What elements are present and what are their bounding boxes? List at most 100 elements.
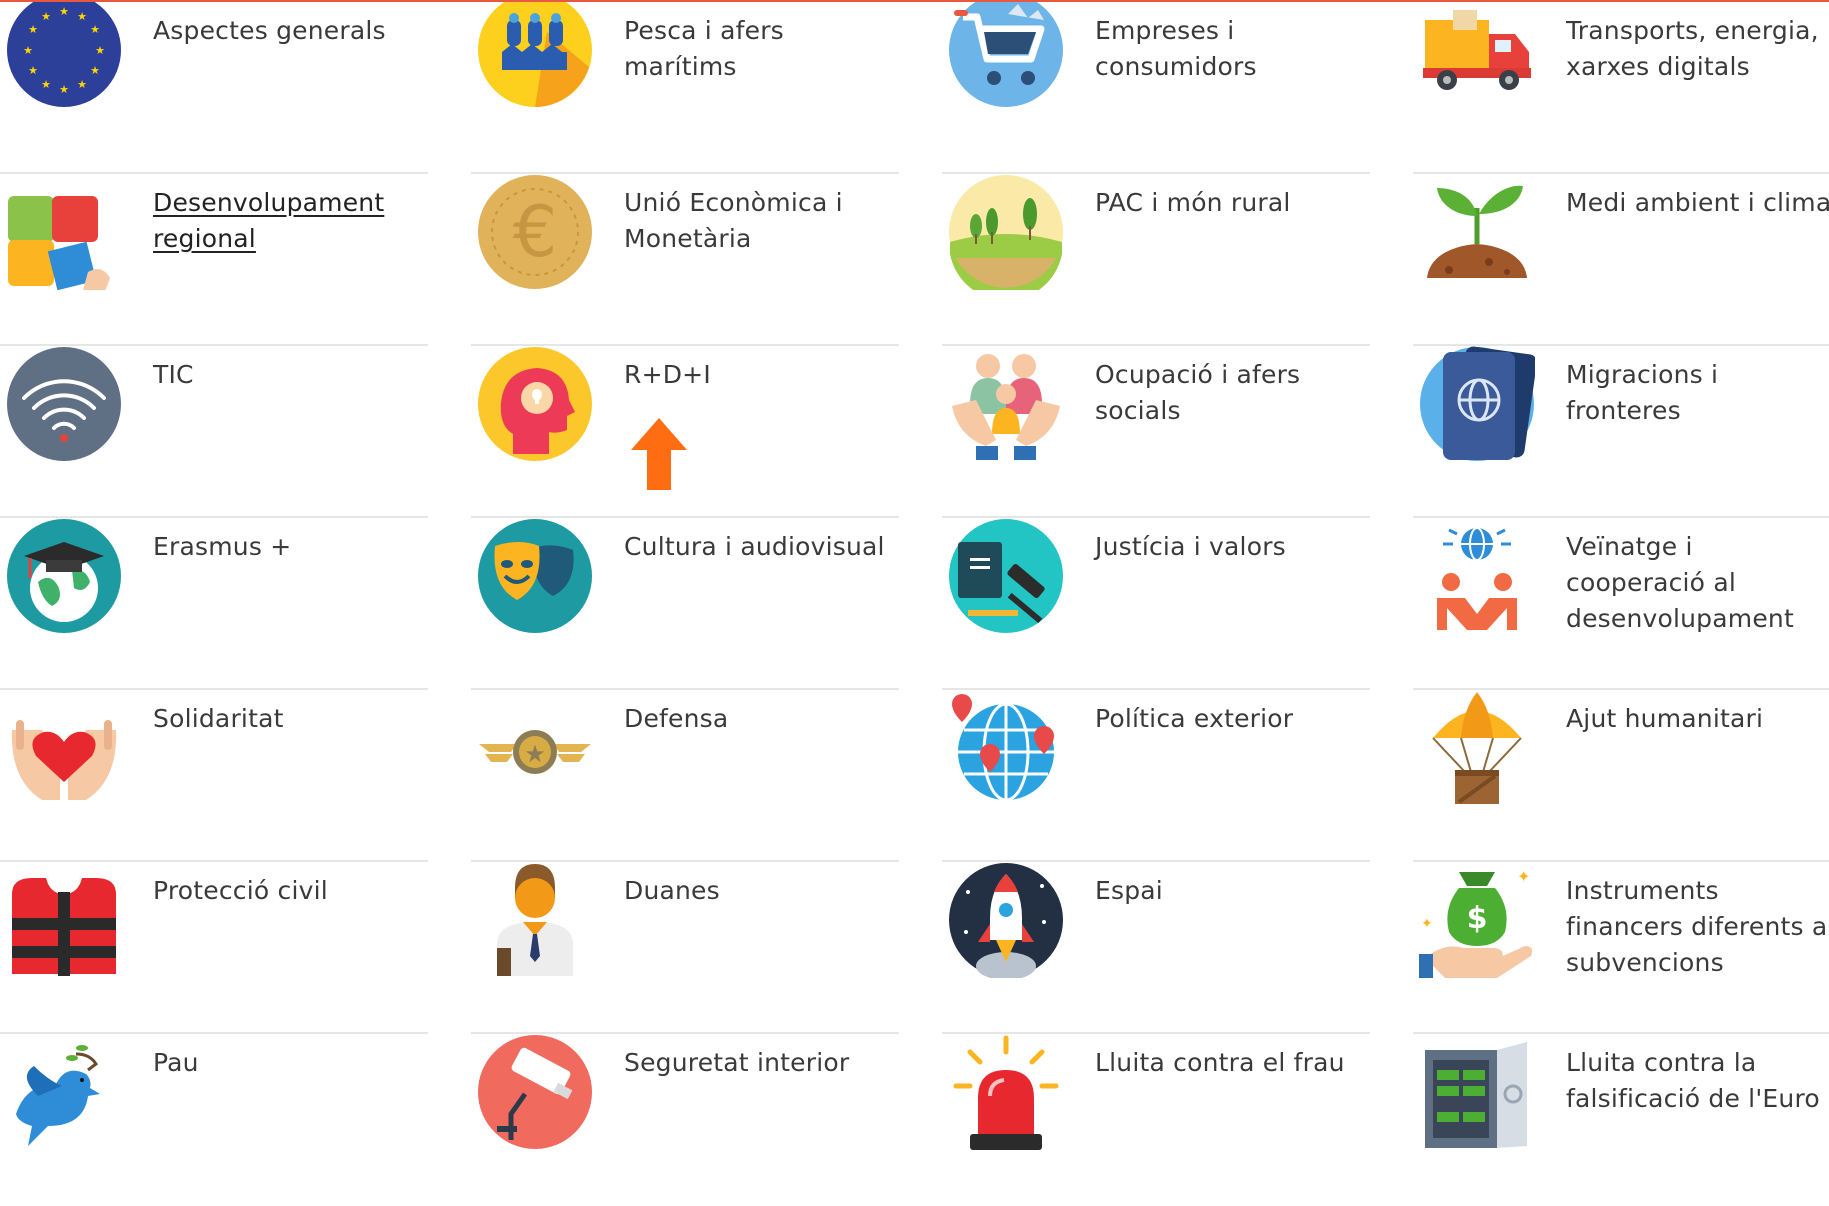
category-label[interactable]: Espai xyxy=(1095,873,1367,909)
puzzle-icon xyxy=(8,196,110,290)
category-card[interactable]: ★ ★ ★ ★ ★ ★ ★ ★ ★ ★ ★ ★ Aspectes generals xyxy=(0,2,428,174)
eu-flag-icon: ★ ★★ ★★★ ★★★ ★★★ xyxy=(7,2,121,107)
svg-text:★: ★ xyxy=(59,5,69,18)
svg-text:★: ★ xyxy=(90,64,100,77)
globe-pins-icon xyxy=(952,694,1054,802)
category-label[interactable]: Empreses i consumidors xyxy=(1095,13,1367,85)
category-label[interactable]: Aspectes generals xyxy=(153,13,425,49)
svg-text:★: ★ xyxy=(77,78,87,91)
svg-text:★: ★ xyxy=(77,10,87,23)
category-card[interactable]: Pau xyxy=(0,1034,428,1206)
heart-hands-icon xyxy=(11,720,117,800)
military-badge-icon: ★ xyxy=(479,730,591,774)
category-card[interactable]: TIC xyxy=(0,346,428,518)
svg-text:€: € xyxy=(513,191,558,273)
category-card[interactable]: Lluita contra la falsificació de l'Euro xyxy=(1413,1034,1829,1206)
category-card[interactable]: ★ Defensa xyxy=(471,690,899,862)
cooperation-globe-icon xyxy=(1437,527,1517,630)
category-card[interactable]: Seguretat interior xyxy=(471,1034,899,1206)
svg-text:✦: ✦ xyxy=(1517,867,1530,886)
fishing-icon xyxy=(478,2,592,107)
policy-categories-grid: ★ ★ ★ ★ ★ ★ ★ ★ ★ ★ ★ ★ Aspectes generals Pesca … xyxy=(0,2,1829,1206)
category-card[interactable]: $ ✦ ✦ Instruments financers diferents a … xyxy=(1413,862,1829,1034)
category-label[interactable]: Lluita contra la falsificació de l'Euro xyxy=(1566,1045,1829,1117)
safe-vault-icon xyxy=(1425,1042,1527,1148)
security-camera-icon xyxy=(478,1035,592,1149)
category-card[interactable]: Ajut humanitari xyxy=(1413,690,1829,862)
svg-text:✦: ✦ xyxy=(1421,916,1433,932)
svg-text:★: ★ xyxy=(28,64,38,77)
plant-sprout-icon xyxy=(1427,185,1527,278)
category-label[interactable]: Ajut humanitari xyxy=(1566,701,1829,737)
category-card[interactable]: Empreses i consumidors xyxy=(942,2,1370,174)
category-label[interactable]: Lluita contra el frau xyxy=(1095,1045,1367,1081)
category-card[interactable]: Solidaritat xyxy=(0,690,428,862)
category-label[interactable]: Defensa xyxy=(624,701,896,737)
category-label[interactable]: Instruments financers diferents a subven… xyxy=(1566,873,1829,981)
theater-masks-icon xyxy=(478,519,592,633)
rural-landscape-icon xyxy=(949,175,1063,290)
category-card[interactable]: Lluita contra el frau xyxy=(942,1034,1370,1206)
customs-officer-icon xyxy=(497,864,573,976)
category-label[interactable]: Justícia i valors xyxy=(1095,529,1367,565)
family-hands-icon xyxy=(952,354,1060,460)
svg-text:$: $ xyxy=(1467,901,1488,936)
category-label[interactable]: Política exterior xyxy=(1095,701,1367,737)
category-label[interactable]: Cultura i audiovisual xyxy=(624,529,896,565)
svg-text:★: ★ xyxy=(95,44,105,57)
category-label[interactable]: Medi ambient i clima xyxy=(1566,185,1829,221)
svg-text:★: ★ xyxy=(41,10,51,23)
category-card[interactable]: Migracions i fronteres xyxy=(1413,346,1829,518)
category-card[interactable]: € Unió Econòmica i Monetària xyxy=(471,174,899,346)
category-label[interactable]: Migracions i fronteres xyxy=(1566,357,1829,429)
category-label[interactable]: Ocupació i afers socials xyxy=(1095,357,1367,429)
shopping-cart-icon xyxy=(949,2,1063,107)
gavel-book-icon xyxy=(949,519,1063,633)
category-label[interactable]: PAC i món rural xyxy=(1095,185,1367,221)
svg-text:★: ★ xyxy=(59,83,69,96)
life-vest-icon xyxy=(12,878,116,976)
category-card[interactable]: Justícia i valors xyxy=(942,518,1370,690)
category-label[interactable]: TIC xyxy=(153,357,425,393)
category-card[interactable]: PAC i món rural xyxy=(942,174,1370,346)
category-label[interactable]: Veïnatge i cooperació al desenvolupament xyxy=(1566,529,1829,637)
category-card[interactable]: Veïnatge i cooperació al desenvolupament xyxy=(1413,518,1829,690)
innovation-head-icon xyxy=(478,347,592,461)
passport-icon xyxy=(1420,346,1535,461)
money-bag-hand-icon: $ ✦ ✦ xyxy=(1419,867,1533,978)
graduation-globe-icon xyxy=(7,519,121,633)
delivery-truck-icon xyxy=(1423,10,1531,90)
category-card[interactable]: Protecció civil xyxy=(0,862,428,1034)
category-label[interactable]: Erasmus + xyxy=(153,529,425,565)
category-card[interactable]: Desenvolupament regional xyxy=(0,174,428,346)
category-label[interactable]: Pesca i afers marítims xyxy=(624,13,896,85)
category-card[interactable]: Pesca i afers marítims xyxy=(471,2,899,174)
category-card[interactable]: Cultura i audiovisual xyxy=(471,518,899,690)
category-label-link[interactable]: Desenvolupament regional xyxy=(153,185,425,257)
category-card[interactable]: Duanes xyxy=(471,862,899,1034)
rocket-icon xyxy=(949,863,1063,978)
category-card[interactable]: Transports, energia, xarxes digitals xyxy=(1413,2,1829,174)
svg-text:★: ★ xyxy=(41,78,51,91)
category-label[interactable]: Unió Econòmica i Monetària xyxy=(624,185,896,257)
alarm-siren-icon xyxy=(953,1035,1059,1150)
category-label[interactable]: Protecció civil xyxy=(153,873,425,909)
category-label[interactable]: Seguretat interior xyxy=(624,1045,896,1081)
category-label[interactable]: Solidaritat xyxy=(153,701,425,737)
svg-text:★: ★ xyxy=(90,23,100,36)
category-card[interactable]: Política exterior xyxy=(942,690,1370,862)
category-label[interactable]: Pau xyxy=(153,1045,425,1081)
category-label[interactable]: Transports, energia, xarxes digitals xyxy=(1566,13,1829,85)
category-card[interactable]: Ocupació i afers socials xyxy=(942,346,1370,518)
category-label[interactable]: R+D+I xyxy=(624,357,896,393)
category-card[interactable]: R+D+I xyxy=(471,346,899,518)
category-label[interactable]: Duanes xyxy=(624,873,896,909)
category-card[interactable]: Erasmus + xyxy=(0,518,428,690)
wifi-icon xyxy=(7,347,121,461)
up-arrow-icon xyxy=(631,418,687,490)
category-card[interactable]: Espai xyxy=(942,862,1370,1034)
svg-text:★: ★ xyxy=(28,23,38,36)
euro-coin-icon: € xyxy=(478,175,592,289)
parachute-aid-icon xyxy=(1432,692,1522,804)
category-card[interactable]: Medi ambient i clima xyxy=(1413,174,1829,346)
